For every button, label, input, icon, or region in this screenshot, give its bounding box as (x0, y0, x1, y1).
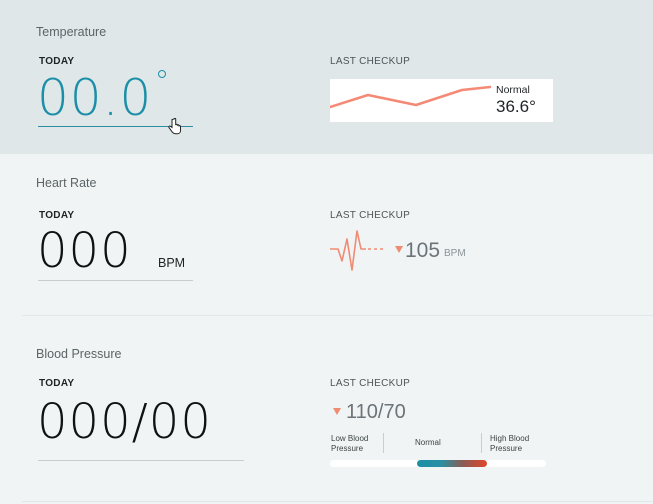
bp-scale-indicator (417, 460, 487, 467)
down-arrow-icon (395, 246, 403, 253)
degree-icon (158, 70, 166, 78)
blood-pressure-last-reading: 110/70 (346, 401, 406, 423)
blood-pressure-title: Blood Pressure (36, 347, 122, 361)
temperature-title: Temperature (36, 25, 107, 39)
temperature-sparkline (330, 85, 492, 109)
heart-rate-unit: BPM (158, 256, 186, 270)
hand-cursor-icon (168, 118, 181, 135)
section-divider (22, 501, 653, 502)
blood-pressure-today-label: TODAY (39, 378, 75, 389)
blood-pressure-input[interactable]: 000/00 (37, 398, 212, 446)
bp-scale-low: Low Blood Pressure (331, 434, 368, 454)
heart-rate-last-unit: BPM (444, 248, 466, 259)
temperature-today-label: TODAY (39, 56, 75, 67)
heartbeat-icon (330, 230, 386, 271)
heart-rate-last-reading: 105 (405, 239, 441, 262)
heart-rate-title: Heart Rate (36, 176, 97, 190)
temperature-last-checkup-label: LAST CHECKUP (330, 56, 411, 67)
temperature-status: Normal (496, 84, 530, 96)
bp-scale-high-line1: High Blood (490, 434, 530, 443)
blood-pressure-input-underline (38, 460, 244, 461)
down-arrow-icon (333, 408, 341, 415)
heart-rate-last-checkup-label: LAST CHECKUP (330, 210, 411, 221)
bp-scale-high-line2: Pressure (490, 444, 523, 453)
heart-rate-today-label: TODAY (39, 210, 75, 221)
bp-scale-high: High Blood Pressure (490, 434, 529, 454)
bp-scale-tick (383, 433, 384, 453)
temperature-last-reading: 36.6° (496, 97, 536, 116)
bp-scale-normal: Normal (415, 438, 441, 447)
bp-scale-low-line2: Pressure (331, 444, 364, 453)
bp-scale-low-line1: Low Blood (331, 434, 369, 443)
bp-scale-tick (481, 433, 482, 453)
heart-rate-input[interactable]: 000 (37, 227, 132, 275)
temperature-input[interactable]: 00.0 (37, 73, 152, 123)
blood-pressure-last-checkup-label: LAST CHECKUP (330, 378, 411, 389)
heart-rate-input-underline (38, 280, 193, 281)
